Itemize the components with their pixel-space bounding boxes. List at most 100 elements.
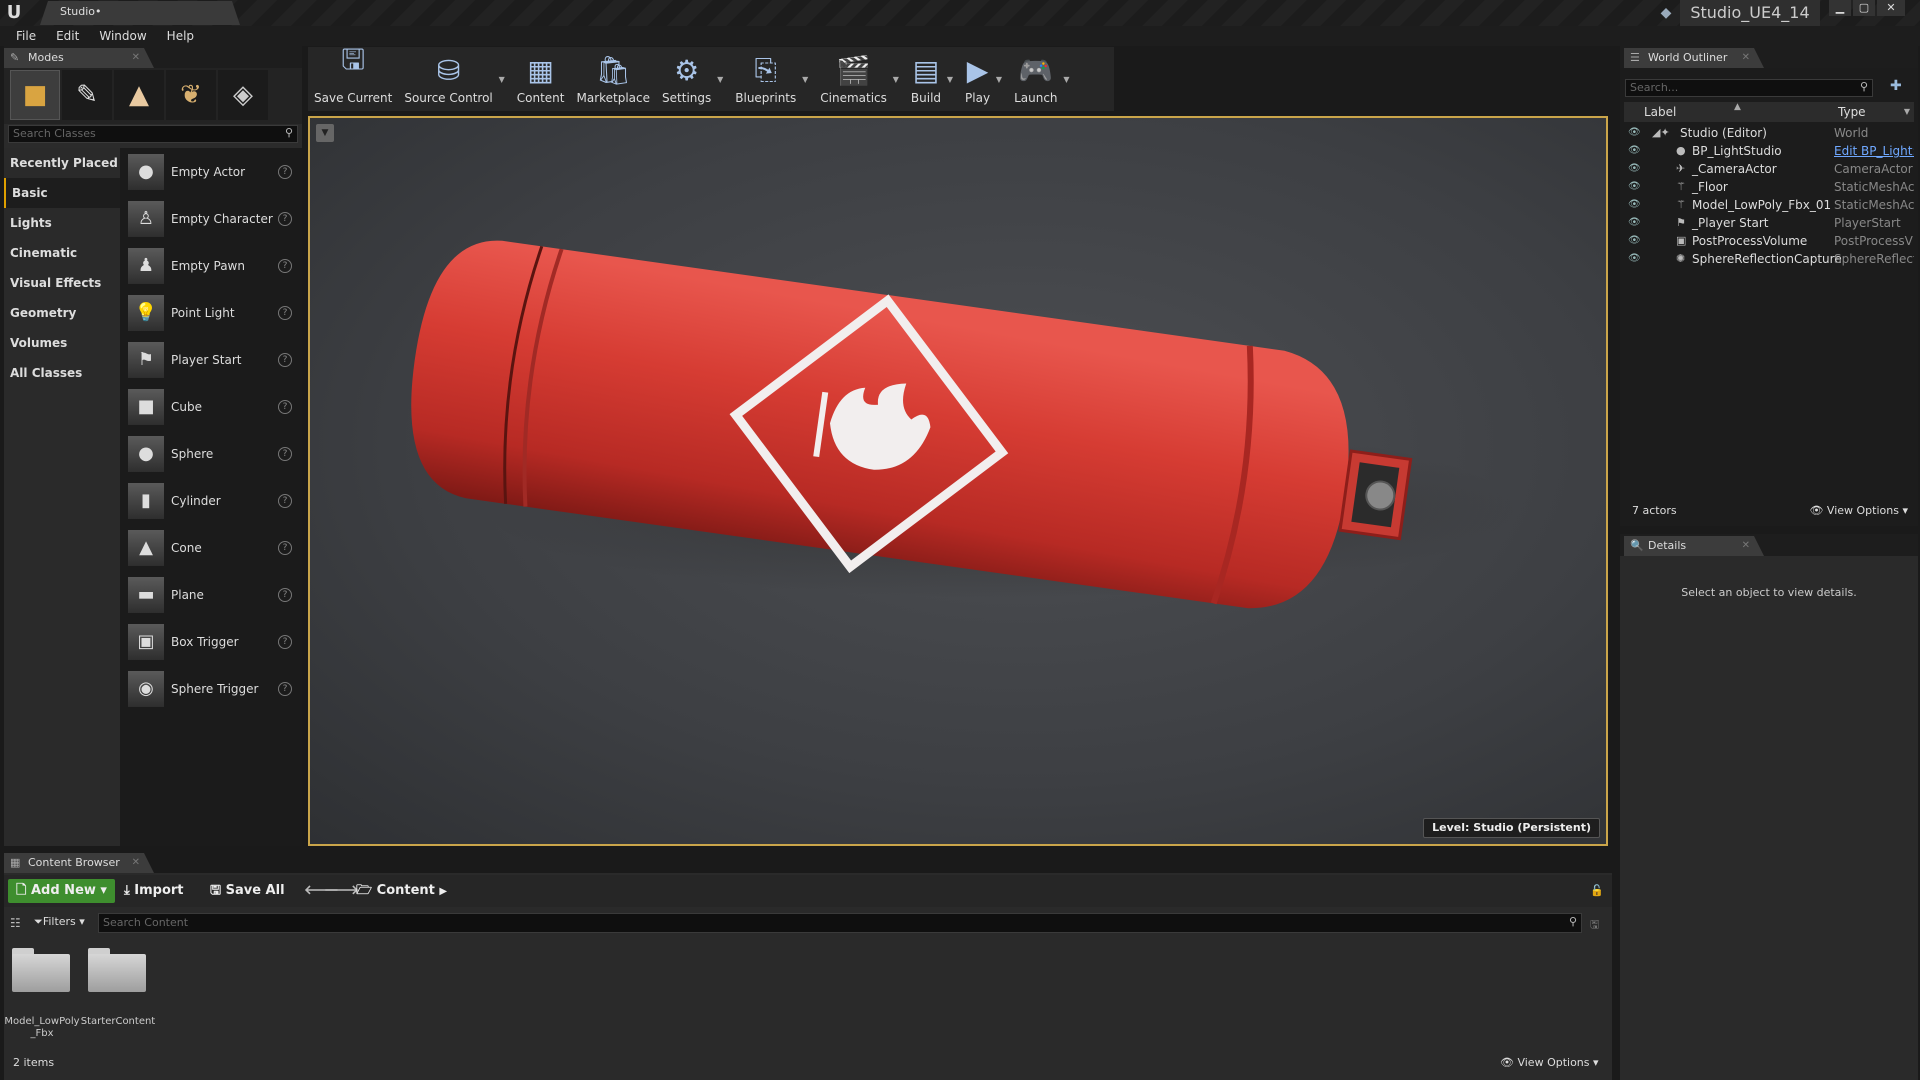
tab-content-browser[interactable]: ▦ Content Browser ✕ [4, 853, 154, 873]
settings-button[interactable]: ⚙ Settings ▼ [656, 47, 723, 109]
save-all-button[interactable]: 🖫 Save All [210, 879, 285, 903]
list-item[interactable]: ▲ Cone? [120, 524, 302, 571]
search-classes-input[interactable]: Search Classes ⚲ [8, 125, 298, 143]
tab-modes[interactable]: ✎ Modes ✕ [4, 48, 154, 68]
visibility-eye-icon[interactable]: 👁 [1628, 124, 1641, 142]
chevron-down-icon[interactable]: ▼ [499, 75, 505, 84]
visibility-eye-icon[interactable]: 👁 [1628, 196, 1641, 214]
column-label[interactable]: Label [1644, 105, 1676, 119]
outliner-row-world[interactable]: 👁 ◢✦ Studio (Editor) World [1624, 124, 1914, 142]
help-icon[interactable]: ? [278, 306, 292, 320]
column-type[interactable]: Type [1838, 105, 1866, 119]
tab-world-outliner[interactable]: ☰ World Outliner ✕ [1624, 48, 1764, 68]
chevron-down-icon[interactable]: ▼ [1063, 75, 1069, 84]
help-icon[interactable]: ? [278, 353, 292, 367]
folder-label[interactable]: StarterContent [80, 1016, 156, 1028]
tab-details[interactable]: 🔍 Details ✕ [1624, 536, 1764, 556]
place-mode-icon[interactable]: ■ [10, 70, 60, 120]
visibility-eye-icon[interactable]: 👁 [1628, 142, 1641, 160]
help-icon[interactable]: ? [278, 165, 292, 179]
content-button[interactable]: ▦ Content [511, 47, 571, 109]
outliner-row[interactable]: 👁 ● BP_LightStudio Edit BP_Light: [1624, 142, 1914, 160]
paint-mode-icon[interactable]: ✎ [62, 70, 112, 120]
help-icon[interactable]: ? [278, 400, 292, 414]
search-content-input[interactable]: Search Content ⚲ [98, 913, 1582, 933]
source-control-button[interactable]: ⛁ Source Control ▼ [398, 47, 504, 109]
chevron-down-icon[interactable]: ▼ [802, 75, 808, 84]
help-icon[interactable]: ? [278, 212, 292, 226]
visibility-eye-icon[interactable]: 👁 [1628, 250, 1641, 268]
list-item[interactable]: ■ Cube? [120, 383, 302, 430]
add-new-button[interactable]: 🗋 Add New ▾ [8, 879, 115, 903]
category-lights[interactable]: Lights [4, 208, 120, 238]
landscape-mode-icon[interactable]: ▲ [114, 70, 164, 120]
help-icon[interactable]: ? [278, 494, 292, 508]
visibility-eye-icon[interactable]: 👁 [1628, 178, 1641, 196]
outliner-row[interactable]: 👁 ✈ _CameraActor CameraActor [1624, 160, 1914, 178]
document-tab[interactable]: Studio• [40, 1, 240, 25]
outliner-row[interactable]: 👁 ✺ SphereReflectionCapture SphereReflecti [1624, 250, 1914, 268]
close-icon[interactable]: ✕ [1742, 536, 1750, 556]
visibility-eye-icon[interactable]: 👁 [1628, 160, 1641, 178]
view-options-button[interactable]: 👁 View Options ▾ [1809, 504, 1908, 517]
category-basic[interactable]: Basic [4, 178, 120, 208]
list-item[interactable]: 💡 Point Light? [120, 289, 302, 336]
category-volumes[interactable]: Volumes [4, 328, 120, 358]
outliner-row[interactable]: 👁 ▣ PostProcessVolume PostProcessV [1624, 232, 1914, 250]
category-geometry[interactable]: Geometry [4, 298, 120, 328]
list-item[interactable]: ● Sphere? [120, 430, 302, 477]
import-button[interactable]: ⤓ Import [124, 879, 184, 903]
outliner-row[interactable]: 👁 ⚚ Model_LowPoly_Fbx_01 StaticMeshAct [1624, 196, 1914, 214]
outliner-search-input[interactable]: Search... ⚲ [1625, 79, 1873, 97]
view-options-button[interactable]: 👁 View Options ▾ [1500, 1056, 1599, 1069]
maximize-button[interactable]: ▢ [1853, 0, 1875, 16]
list-item[interactable]: ● Empty Actor? [120, 148, 302, 195]
menu-window[interactable]: Window [89, 29, 156, 43]
chevron-down-icon[interactable]: ▼ [947, 75, 953, 84]
close-icon[interactable]: ✕ [132, 48, 140, 68]
folder-tile[interactable] [84, 948, 148, 994]
folder-tile[interactable] [8, 948, 72, 994]
list-item[interactable]: ⚑ Player Start? [120, 336, 302, 383]
filters-button[interactable]: ⏷Filters ▾ [34, 915, 85, 929]
edit-blueprint-link[interactable]: Edit BP_Light: [1834, 142, 1914, 160]
viewport-options-icon[interactable]: ▼ [316, 124, 334, 142]
save-search-icon[interactable]: 🖫 [1590, 916, 1599, 935]
visibility-eye-icon[interactable]: 👁 [1628, 214, 1641, 232]
menu-file[interactable]: File [6, 29, 46, 43]
folder-label[interactable]: Model_LowPoly _Fbx [4, 1016, 80, 1040]
lock-icon[interactable]: 🔓 [1590, 879, 1604, 903]
category-all-classes[interactable]: All Classes [4, 358, 120, 388]
sources-toggle-icon[interactable]: ☷ [10, 916, 21, 930]
blueprints-button[interactable]: ⎘ Blueprints ▼ [729, 47, 808, 109]
cinematics-button[interactable]: 🎬 Cinematics ▼ [814, 47, 899, 109]
add-actor-icon[interactable]: ✚ [1890, 78, 1902, 94]
visibility-eye-icon[interactable]: 👁 [1628, 232, 1641, 250]
outliner-row[interactable]: 👁 ⚑ _Player Start PlayerStart [1624, 214, 1914, 232]
menu-help[interactable]: Help [157, 29, 204, 43]
level-viewport[interactable]: ▼ Level: Studio (Persistent) [308, 116, 1608, 846]
list-item[interactable]: ▣ Box Trigger? [120, 618, 302, 665]
forward-arrow-icon[interactable]: 🡒 [324, 879, 359, 903]
category-cinematic[interactable]: Cinematic [4, 238, 120, 268]
chevron-down-icon[interactable]: ▼ [893, 75, 899, 84]
help-icon[interactable]: ? [278, 588, 292, 602]
chevron-right-icon[interactable]: ▶ [439, 886, 447, 897]
list-item[interactable]: ♟ Empty Pawn? [120, 242, 302, 289]
help-icon[interactable]: ? [278, 541, 292, 555]
category-visual-effects[interactable]: Visual Effects [4, 268, 120, 298]
minimize-button[interactable]: ▁ [1829, 0, 1851, 16]
build-button[interactable]: ▤ Build ▼ [905, 47, 953, 109]
close-window-button[interactable]: ✕ [1877, 0, 1905, 16]
marketplace-button[interactable]: 🛍 Marketplace [570, 47, 656, 109]
foliage-mode-icon[interactable]: ❦ [166, 70, 216, 120]
outliner-row[interactable]: 👁 ⚚ _Floor StaticMeshAct [1624, 178, 1914, 196]
list-item[interactable]: ▮ Cylinder? [120, 477, 302, 524]
geometry-mode-icon[interactable]: ◈ [218, 70, 268, 120]
breadcrumb[interactable]: 🗁 Content ▶ [356, 879, 447, 903]
menu-edit[interactable]: Edit [46, 29, 89, 43]
list-item[interactable]: ♙ Empty Character? [120, 195, 302, 242]
help-icon[interactable]: ? [278, 682, 292, 696]
chevron-down-icon[interactable]: ▼ [717, 75, 723, 84]
list-item[interactable]: ◉ Sphere Trigger? [120, 665, 302, 712]
